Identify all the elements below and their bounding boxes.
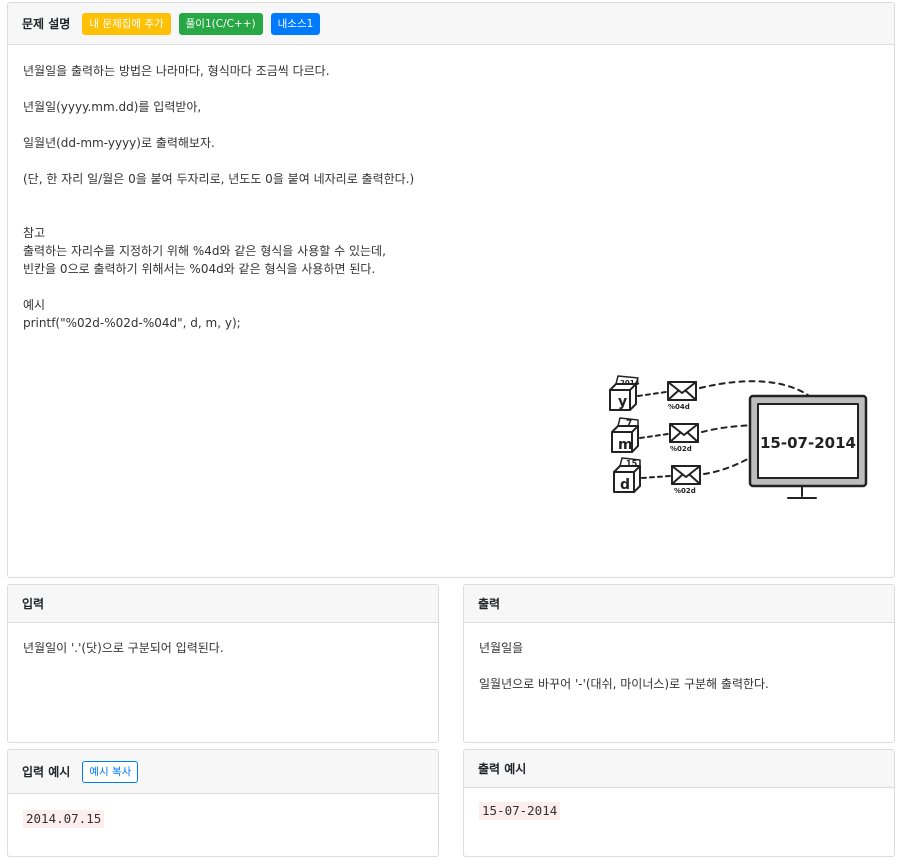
output-title: 출력 (478, 597, 501, 611)
add-to-workbook-button[interactable]: 내 문제집에 추가 (82, 12, 171, 35)
solution-button[interactable]: 풀이1(C/C++) (178, 12, 263, 35)
screen-text: 15-07-2014 (760, 434, 856, 452)
output-card: 출력 년월일을 일월년으로 바꾸어 '-'(대쉬, 마이너스)로 구분해 출력한… (463, 584, 895, 743)
output-body: 년월일을 일월년으로 바꾸어 '-'(대쉬, 마이너스)로 구분해 출력한다. (464, 623, 894, 707)
problem-body: 년월일을 출력하는 방법은 나라마다, 형식마다 조금씩 다르다. 년월일(yy… (8, 45, 894, 346)
desc-line-1: 년월일을 출력하는 방법은 나라마다, 형식마다 조금씩 다르다. (23, 64, 330, 78)
note-line-2: 빈칸을 0으로 출력하기 위해서는 %04d와 같은 형식을 사용하면 된다. (23, 262, 376, 276)
input-sample-card: 입력 예시 예시 복사 2014.07.15 (7, 749, 439, 857)
note-line-1: 출력하는 자리수를 지정하기 위해 %4d와 같은 형식을 사용할 수 있는데, (23, 244, 386, 258)
input-sample-body: 2014.07.15 (8, 794, 438, 842)
problem-title: 문제 설명 (22, 17, 71, 31)
input-card: 입력 년월일이 '.'(닷)으로 구분되어 입력된다. (7, 584, 439, 743)
envelope-y-icon (667, 381, 697, 401)
input-sample-header: 입력 예시 예시 복사 (8, 750, 438, 794)
desc-line-2: 년월일(yyyy.mm.dd)를 입력받아, (23, 100, 202, 114)
fmt-y: %04d (668, 403, 690, 411)
fmt-d: %02d (674, 487, 696, 495)
output-line-2: 일월년으로 바꾸어 '-'(대쉬, 마이너스)로 구분해 출력한다. (479, 677, 769, 691)
my-source-button[interactable]: 내소스1 (270, 12, 321, 35)
example-title: 예시 (23, 298, 46, 312)
output-header: 출력 (464, 585, 894, 623)
box-y-label: y (618, 394, 627, 410)
output-sample-body: 15-07-2014 (464, 788, 894, 834)
output-sample-title: 출력 예시 (478, 762, 527, 776)
envelope-d-icon (671, 465, 701, 485)
input-sample-title: 입력 예시 (22, 765, 71, 779)
copy-sample-button[interactable]: 예시 복사 (82, 760, 139, 783)
box-d-label: d (620, 477, 630, 493)
input-title: 입력 (22, 597, 45, 611)
tag-d: 15 (626, 459, 638, 468)
problem-header: 문제 설명 내 문제집에 추가 풀이1(C/C++) 내소스1 (8, 3, 894, 45)
envelope-m-icon (669, 423, 699, 443)
date-format-illustration: y m d 2014 7 15 %04d %02d %02d 15-07-201… (609, 375, 868, 499)
input-sample-value: 2014.07.15 (23, 810, 105, 828)
desc-line-3: 일월년(dd-mm-yyyy)로 출력해보자. (23, 136, 215, 150)
input-body: 년월일이 '.'(닷)으로 구분되어 입력된다. (8, 623, 438, 671)
desc-line-4: (단, 한 자리 일/월은 0을 붙여 두자리로, 년도도 0을 붙여 네자리로… (23, 172, 415, 186)
output-sample-value: 15-07-2014 (479, 802, 561, 820)
input-header: 입력 (8, 585, 438, 623)
tag-y: 2014 (620, 379, 640, 387)
output-line-1: 년월일을 (479, 641, 524, 655)
output-sample-header: 출력 예시 (464, 750, 894, 788)
output-sample-card: 출력 예시 15-07-2014 (463, 749, 895, 857)
tag-m: 7 (626, 419, 632, 429)
example-code: printf("%02d-%02d-%04d", d, m, y); (23, 316, 241, 330)
box-m-label: m (618, 437, 633, 453)
fmt-m: %02d (670, 445, 692, 453)
input-text: 년월일이 '.'(닷)으로 구분되어 입력된다. (23, 641, 224, 655)
note-title: 참고 (23, 226, 46, 240)
